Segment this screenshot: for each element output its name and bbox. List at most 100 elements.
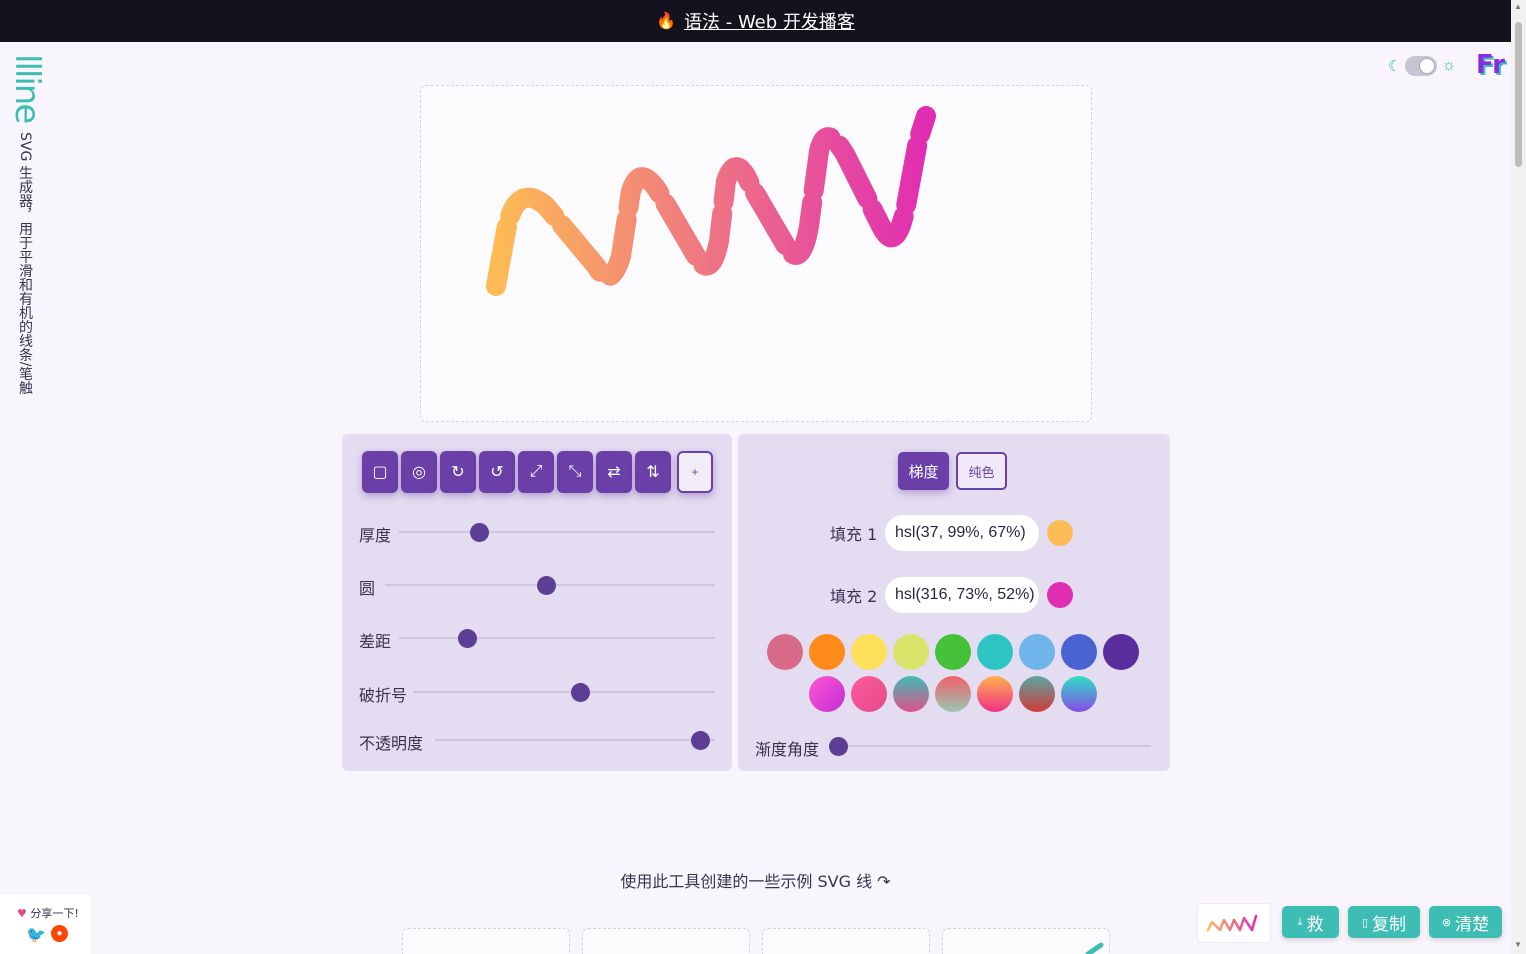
expand-tool-button[interactable]: ⤢ [518, 451, 554, 493]
gradient-angle-label: 渐度角度 [755, 740, 820, 759]
slider-row: 不透明度 [359, 728, 719, 753]
color-swatch[interactable] [767, 634, 803, 670]
example-card[interactable] [762, 928, 930, 954]
clipboard-icon: ▯ [1361, 915, 1369, 929]
fill-2-label: 填充 2 [830, 587, 878, 606]
color-presets [767, 634, 1147, 718]
swap-horizontal-icon: ⇄ [607, 464, 621, 481]
color-swatch[interactable] [851, 634, 887, 670]
save-button[interactable]: ⤓ 救 [1282, 906, 1339, 938]
gradient-swatch[interactable] [893, 676, 929, 712]
gradient-swatch[interactable] [809, 676, 845, 712]
color-swatch[interactable] [1061, 634, 1097, 670]
example-card[interactable] [582, 928, 750, 954]
example-line-graphic [1085, 942, 1104, 954]
copy-button[interactable]: ▯ 复制 [1348, 906, 1420, 938]
vertical-scrollbar[interactable]: ▲ ▼ [1511, 0, 1526, 954]
fill-1-label: 填充 1 [830, 525, 878, 544]
slider-label: 不透明度 [359, 734, 424, 753]
shrink-icon: ⤡ [568, 463, 582, 480]
slider-track[interactable] [413, 691, 715, 693]
example-card[interactable] [942, 928, 1110, 954]
slider-track[interactable] [399, 531, 715, 533]
clear-label: 清楚 [1455, 914, 1490, 935]
twitter-icon[interactable]: 🐦 [26, 925, 46, 945]
share-text: 分享一下! [30, 907, 79, 920]
swap-vertical-icon: ⇅ [646, 464, 660, 481]
fill-1-input[interactable]: hsl(37, 99%, 67%) [885, 515, 1039, 551]
slider-thumb[interactable] [458, 629, 478, 648]
fill-2-row: 填充 2 hsl(316, 73%, 52%) [830, 577, 1073, 613]
mini-preview [1197, 903, 1271, 943]
examples-heading: 使用此工具创建的一些示例 SVG 线 ↷ [620, 872, 891, 891]
slider-label: 破折号 [359, 686, 408, 705]
heart-icon: ♥ [17, 907, 27, 920]
rotate-cw-icon: ↻ [451, 464, 465, 481]
scroll-up-arrow-icon[interactable]: ▲ [1514, 2, 1522, 11]
slider-thumb[interactable] [571, 683, 591, 702]
add-tool-button[interactable]: + [677, 451, 713, 493]
clear-button[interactable]: ⊗ 清楚 [1429, 906, 1502, 938]
stroke-controls-panel: ▢ ◎ ↻ ↺ ⤢ ⤡ ⇄ ⇅ + 厚度圆差距 破折号 不透明度 [342, 434, 732, 771]
color-swatch[interactable] [1019, 634, 1055, 670]
slider-row: 圆 [359, 573, 719, 598]
color-swatch[interactable] [809, 634, 845, 670]
fire-icon: 🔥 [656, 13, 676, 30]
slider-track[interactable] [435, 739, 715, 741]
expand-icon: ⤢ [529, 463, 543, 480]
shrink-tool-button[interactable]: ⤡ [557, 451, 593, 493]
brand-logo[interactable]: Fr [1476, 50, 1505, 80]
app-logo[interactable]: llline SVG 生成器，用于平滑和有机的线条/笔触 [7, 54, 47, 414]
slider-thumb[interactable] [470, 523, 490, 542]
gradient-swatch[interactable] [935, 676, 971, 712]
solid-tab[interactable]: 纯色 [956, 452, 1007, 490]
reddit-icon[interactable]: ● [51, 925, 68, 942]
slider-row: 差距 [359, 626, 719, 651]
sun-icon: ☼ [1441, 57, 1457, 74]
rotate-cw-tool-button[interactable]: ↻ [440, 451, 476, 493]
example-card[interactable] [402, 928, 570, 954]
swap-vertical-tool-button[interactable]: ⇅ [635, 451, 671, 493]
gradient-angle-track[interactable] [837, 745, 1151, 747]
slider-label: 圆 [359, 579, 376, 598]
squiggle-line-graphic [486, 106, 936, 296]
gradient-swatch[interactable] [977, 676, 1013, 712]
theme-switch[interactable]: ☾ ☼ [1388, 56, 1456, 76]
fill-1-color-picker[interactable] [1047, 520, 1073, 546]
clear-icon: ⊗ [1441, 915, 1452, 929]
theme-toggle[interactable] [1405, 56, 1438, 76]
share-box: ♥ 分享一下! 🐦 ● [0, 895, 90, 954]
rotate-ccw-icon: ↺ [490, 464, 504, 481]
target-tool-button[interactable]: ◎ [401, 451, 437, 493]
color-swatch[interactable] [893, 634, 929, 670]
fill-2-color-picker[interactable] [1047, 582, 1073, 608]
gradient-angle-thumb[interactable] [829, 737, 848, 756]
svg-preview-canvas [420, 85, 1092, 422]
scrollbar-thumb[interactable] [1515, 22, 1522, 167]
mini-squiggle-graphic [1206, 914, 1258, 932]
color-swatch[interactable] [977, 634, 1013, 670]
banner-link[interactable]: 语法 - Web 开发播客 [684, 8, 855, 34]
toggle-knob [1419, 58, 1436, 74]
fill-1-row: 填充 1 hsl(37, 99%, 67%) [830, 515, 1073, 551]
gradient-swatch[interactable] [1019, 676, 1055, 712]
slider-thumb[interactable] [690, 731, 710, 750]
tool-row: ▢ ◎ ↻ ↺ ⤢ ⤡ ⇄ ⇅ + [362, 451, 713, 493]
moon-icon: ☾ [1388, 58, 1402, 75]
scroll-down-arrow-icon[interactable]: ▼ [1514, 940, 1522, 949]
logo-tagline: SVG 生成器，用于平滑和有机的线条/笔触 [17, 132, 33, 395]
color-swatch[interactable] [935, 634, 971, 670]
square-tool-button[interactable]: ▢ [362, 451, 398, 493]
color-swatch[interactable] [1103, 634, 1139, 670]
slider-track[interactable] [399, 637, 715, 639]
gradient-swatch[interactable] [851, 676, 887, 712]
gradient-tab[interactable]: 梯度 [898, 452, 949, 490]
download-icon: ⤓ [1297, 915, 1303, 928]
slider-thumb[interactable] [537, 576, 557, 595]
slider-row: 破折号 [359, 680, 719, 705]
rotate-ccw-tool-button[interactable]: ↺ [479, 451, 515, 493]
fill-2-input[interactable]: hsl(316, 73%, 52%) [885, 577, 1039, 613]
gradient-swatch[interactable] [1061, 676, 1097, 712]
logo-wordmark: llline [7, 54, 47, 123]
swap-horizontal-tool-button[interactable]: ⇄ [596, 451, 632, 493]
